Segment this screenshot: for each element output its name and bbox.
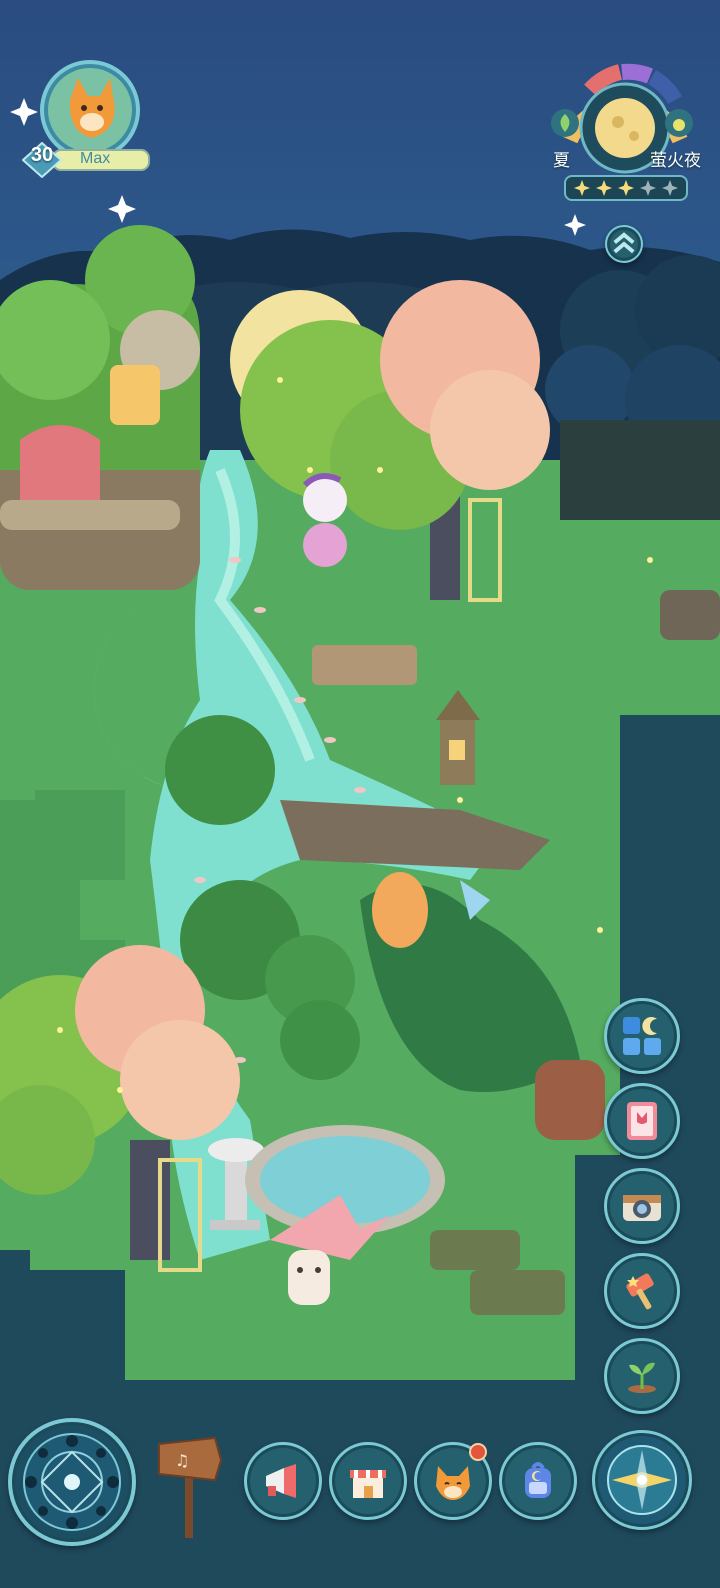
flower-fence	[312, 645, 417, 685]
sprout-icon	[628, 1362, 656, 1393]
stars-icon	[574, 180, 678, 196]
backpack-icon	[525, 1462, 551, 1498]
season-stars	[564, 175, 688, 201]
svg-text:♫: ♫	[175, 1451, 189, 1470]
compass-needle-icon	[607, 1445, 677, 1515]
expand-season-button[interactable]	[605, 225, 643, 263]
firefly-icon	[665, 109, 693, 137]
tulip-book-icon	[627, 1102, 657, 1140]
player-level: 30	[30, 144, 54, 166]
blue-pot-right	[660, 590, 720, 640]
event-label: 萤火夜	[650, 151, 701, 171]
star-hammer-icon	[626, 1273, 654, 1310]
camera-icon	[623, 1195, 661, 1221]
collection-button[interactable]	[604, 998, 680, 1074]
player-name: Max	[80, 150, 111, 167]
music-sign-button[interactable]: ♫	[155, 1430, 225, 1540]
flower-pot-right	[535, 1060, 605, 1140]
shop-button[interactable]	[329, 1442, 407, 1520]
announcement-button[interactable]	[244, 1442, 322, 1520]
signpost-icon: ♫	[158, 1436, 223, 1538]
camera-button[interactable]	[604, 1168, 680, 1244]
chevron-up-double-icon	[613, 232, 635, 254]
navigate-button[interactable]	[592, 1430, 692, 1530]
season-label: 夏	[553, 151, 570, 171]
friends-button[interactable]	[414, 1442, 492, 1520]
build-hammer-button[interactable]	[604, 1253, 680, 1329]
backpack-button[interactable]	[499, 1442, 577, 1520]
moon-phase-dial-icon	[23, 1433, 121, 1531]
planting-button[interactable]	[604, 1338, 680, 1414]
store-icon	[350, 1470, 386, 1498]
guide-book-button[interactable]	[604, 1083, 680, 1159]
fox-face-icon	[436, 1466, 470, 1500]
leaf-icon	[551, 109, 579, 137]
compass-map-button[interactable]	[8, 1418, 136, 1546]
moon-grid-icon	[623, 1017, 661, 1055]
megaphone-icon	[266, 1464, 296, 1498]
notification-dot	[469, 1443, 487, 1461]
